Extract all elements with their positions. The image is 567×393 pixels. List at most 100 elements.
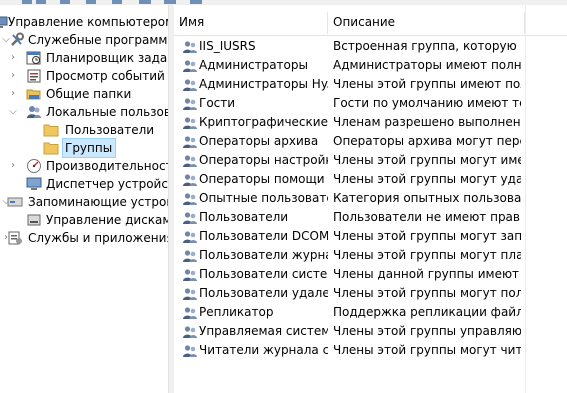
toolbar-refresh-button[interactable] xyxy=(190,0,202,4)
toolbar-help-button[interactable] xyxy=(139,0,151,4)
group-name: Гости xyxy=(199,96,236,110)
group-row[interactable]: Пользователи DCOM Члены этой группы могут… xyxy=(174,227,567,246)
group-icon xyxy=(182,58,198,74)
group-icon xyxy=(182,191,198,207)
group-name: Пользователи систе... xyxy=(199,267,328,281)
task-scheduler-icon xyxy=(26,51,41,65)
tree-root-label: Управление компьютером (л xyxy=(8,15,168,29)
group-description: Администраторы имеют полны... xyxy=(333,58,521,72)
group-row[interactable]: Пользователи удале... Члены этой группы м… xyxy=(174,284,567,303)
storage-icon xyxy=(7,197,23,207)
group-name: Пользователи xyxy=(199,210,289,224)
group-name: Пользователи DCOM xyxy=(199,229,328,243)
group-description: Операторы архива могут перек... xyxy=(333,134,521,148)
group-description: Члены этой группы могут удале... xyxy=(333,172,521,186)
group-description: Поддержка репликации файлов... xyxy=(333,305,521,319)
group-description: Члены данной группы имеют ка... xyxy=(333,267,521,281)
toolbar-back-button[interactable] xyxy=(22,0,32,4)
group-name: Репликатор xyxy=(199,305,274,319)
group-name: Администраторы xyxy=(199,58,308,72)
toolbar-show-tree-button[interactable] xyxy=(86,0,96,4)
group-icon xyxy=(182,96,198,112)
toolbar-export-button[interactable] xyxy=(164,0,176,4)
group-description: Члены этой группы имеют пол... xyxy=(333,77,521,91)
group-name: Операторы архива xyxy=(199,134,319,148)
tree-item-label: Локальные пользовате xyxy=(46,105,168,119)
chevron-right-icon[interactable]: › xyxy=(8,85,18,103)
group-row[interactable]: Читатели журнала с... Члены этой группы м… xyxy=(174,341,567,360)
group-icon xyxy=(182,172,198,188)
disk-management-icon xyxy=(27,214,41,226)
chevron-right-icon[interactable]: › xyxy=(8,49,18,67)
group-icon xyxy=(182,77,198,93)
tree-item-label: Управление дисками xyxy=(46,213,168,227)
group-icon xyxy=(182,267,198,283)
column-header-label: Имя xyxy=(179,15,205,29)
chevron-right-icon[interactable]: › xyxy=(8,67,18,85)
group-name: Операторы помощи ... xyxy=(199,172,328,186)
tree-item-label: Производительность xyxy=(46,159,168,173)
chevron-right-icon[interactable]: › xyxy=(8,157,18,175)
tree-item-label: Запоминающие устройст xyxy=(28,195,168,209)
group-description: Члены этой группы могут полу... xyxy=(333,286,521,300)
group-icon xyxy=(182,286,198,302)
group-name: IIS_IUSRS xyxy=(199,39,256,53)
group-row[interactable]: Операторы настройк... Члены этой группы м… xyxy=(174,151,567,170)
performance-icon xyxy=(27,159,41,173)
chevron-down-icon[interactable]: ⌵ xyxy=(8,103,18,121)
group-row[interactable]: Опытные пользовате Категория опытных поль… xyxy=(174,189,567,208)
toolbar-forward-button[interactable] xyxy=(36,0,46,4)
column-header-description[interactable]: Описание xyxy=(328,9,528,35)
group-row[interactable]: Репликатор Поддержка репликации файлов... xyxy=(174,303,567,322)
group-row[interactable]: Пользователи Пользователи не имеют прав н… xyxy=(174,208,567,227)
folder-icon xyxy=(43,124,59,137)
group-row[interactable]: Администраторы Администраторы имеют полны… xyxy=(174,56,567,75)
group-description: Категория опытных пользовате... xyxy=(333,191,521,205)
group-icon xyxy=(182,134,198,150)
group-description: Члены этой группы могут план... xyxy=(333,248,521,262)
toolbar-up-button[interactable] xyxy=(60,0,70,4)
group-description: Члены этой группы могут запус... xyxy=(333,229,521,243)
group-name: Читатели журнала с... xyxy=(199,343,328,357)
group-icon xyxy=(182,229,198,245)
group-row[interactable]: Администраторы Hy... Члены этой группы им… xyxy=(174,75,567,94)
tree-item-label: Общие папки xyxy=(46,87,132,101)
tree-item-label: Просмотр событий xyxy=(46,69,165,83)
group-description: Гости по умолчанию имеют те ... xyxy=(333,96,521,110)
group-row[interactable]: Операторы помощи ... Члены этой группы мо… xyxy=(174,170,567,189)
console-tree[interactable]: Управление компьютером (л ⌵ Служебные пр… xyxy=(0,5,168,393)
group-name: Криптографические ... xyxy=(199,115,328,129)
group-icon xyxy=(182,248,198,264)
group-name: Пользователи журна... xyxy=(199,248,328,262)
group-row[interactable]: Управляемая систем... Члены этой группы у… xyxy=(174,322,567,341)
group-description: Встроенная группа, которую ис... xyxy=(333,39,521,53)
tree-item-label: Группы xyxy=(61,138,117,158)
group-description: Пользователи не имеют прав на... xyxy=(333,210,521,224)
group-description: Члены этой группы могут имет... xyxy=(333,153,521,167)
group-row[interactable]: Операторы архива Операторы архива могут п… xyxy=(174,132,567,151)
group-icon xyxy=(182,39,198,55)
tree-item-label: Пользователи xyxy=(65,123,155,137)
group-row[interactable]: Гости Гости по умолчанию имеют те ... xyxy=(174,94,567,113)
device-manager-icon xyxy=(26,177,42,190)
shared-folder-icon xyxy=(26,89,41,100)
group-row[interactable]: IIS_IUSRS Встроенная группа, которую ис..… xyxy=(174,37,567,56)
tree-item-label: Службы и приложения xyxy=(28,231,168,245)
group-icon xyxy=(182,115,198,131)
group-name: Опытные пользовате xyxy=(199,191,328,205)
list-header: Имя Описание xyxy=(174,9,567,36)
tools-icon xyxy=(11,32,24,46)
group-name: Управляемая систем... xyxy=(199,324,328,338)
group-name: Операторы настройк... xyxy=(199,153,328,167)
toolbar-properties-button[interactable] xyxy=(112,0,122,4)
group-name: Пользователи удале... xyxy=(199,286,328,300)
tree-item-label: Диспетчер устройств xyxy=(46,177,168,191)
column-header-label: Описание xyxy=(333,15,396,29)
users-icon xyxy=(27,106,41,118)
column-header-name[interactable]: Имя xyxy=(174,9,328,35)
groups-list-view[interactable]: Имя Описание IIS_IUSRS Встроенная группа,… xyxy=(174,5,567,393)
group-row[interactable]: Пользователи систе... Члены данной группы… xyxy=(174,265,567,284)
group-row[interactable]: Пользователи журна... Члены этой группы м… xyxy=(174,246,567,265)
group-row[interactable]: Криптографические ... Членам разрешено вы… xyxy=(174,113,567,132)
group-icon xyxy=(182,343,198,359)
